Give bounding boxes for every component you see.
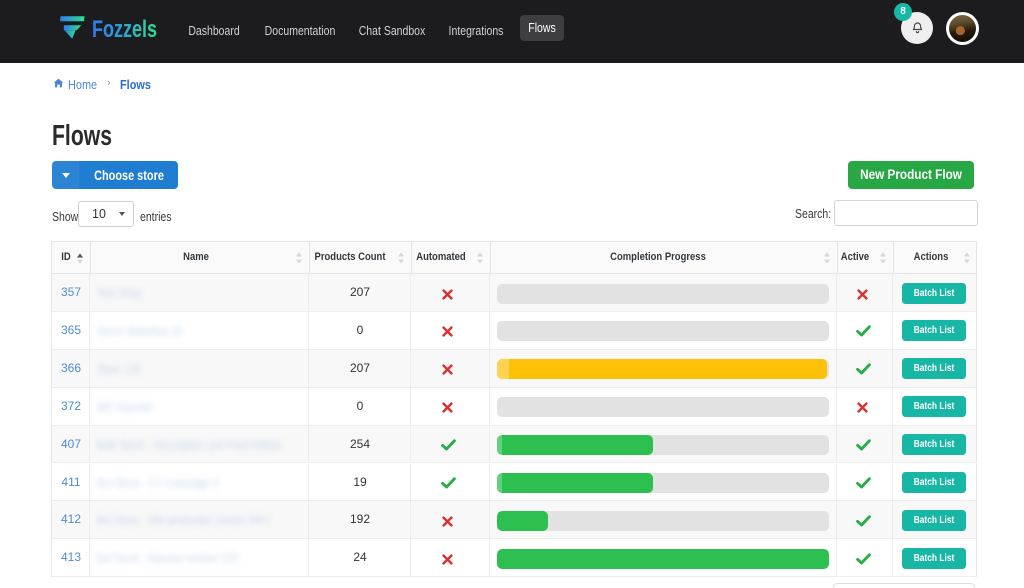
svg-text:Fozzels: Fozzels	[92, 16, 157, 42]
